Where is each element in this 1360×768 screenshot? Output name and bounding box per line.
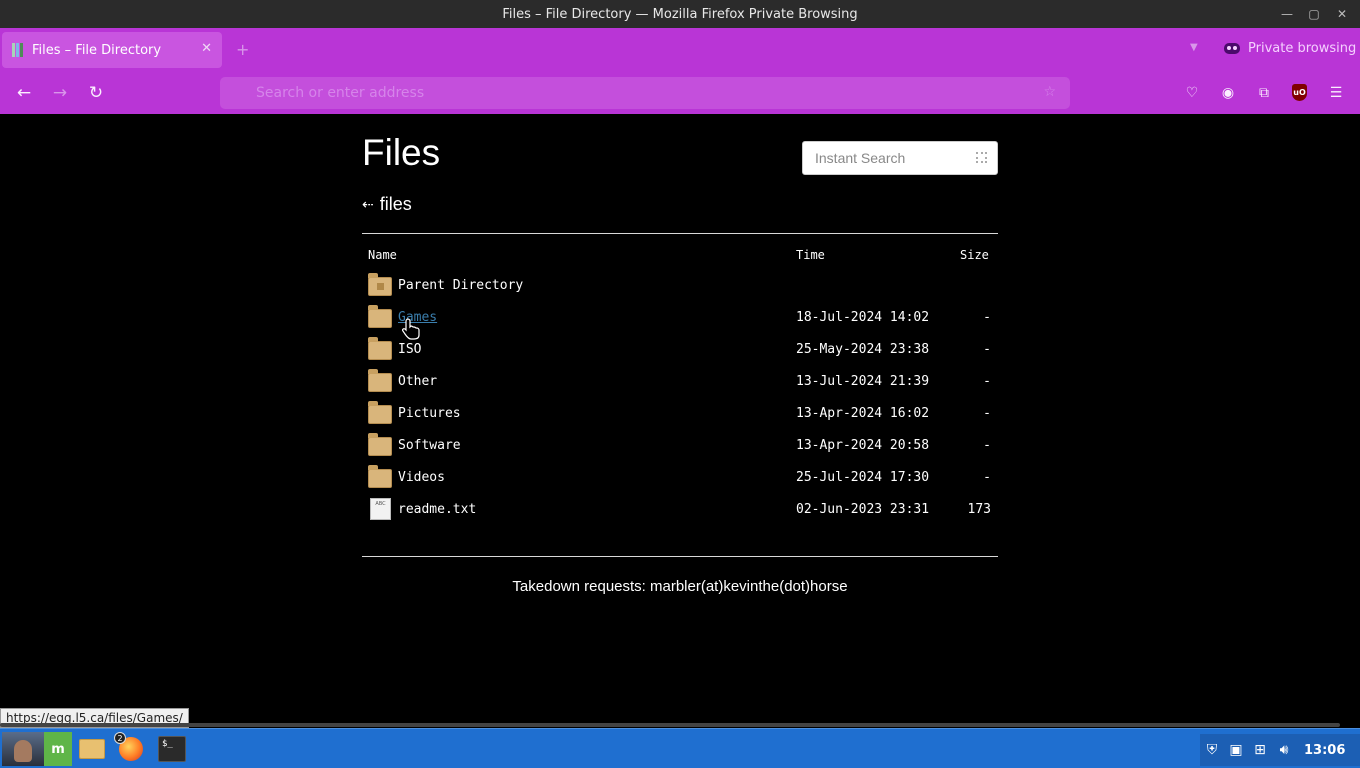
user-avatar[interactable] [2,732,44,766]
back-arrow-icon: ⇠ [362,196,374,212]
mint-menu-button[interactable]: m [44,732,72,766]
navigation-bar: ← → ↻ ☆ ♡ ◉ ⧉ ☰ [0,72,1360,114]
file-time: 25-May-2024 23:38 [796,342,930,357]
terminal-icon: $_ [158,736,186,762]
table-row-videos[interactable]: Videos 25-Jul-2024 17:30 - [362,462,998,494]
file-name[interactable]: Parent Directory [398,278,523,293]
page-title: Files [362,132,441,173]
table-row-pictures[interactable]: Pictures 13-Apr-2024 16:02 - [362,398,998,430]
private-mask-icon [1224,43,1240,54]
file-size: - [983,310,991,325]
new-tab-button[interactable]: + [236,40,249,59]
file-size: - [983,374,991,389]
folder-icon [368,337,392,360]
window-title: Files – File Directory — Mozilla Firefox… [502,6,858,22]
file-name[interactable]: ISO [398,342,421,357]
firefox-launcher[interactable]: 2 [114,732,148,766]
ublock-origin-icon[interactable]: uO [1292,84,1307,101]
url-input[interactable] [220,77,1070,109]
column-header-name[interactable]: Name [368,248,397,262]
volume-icon[interactable]: 🔊︎ [1272,742,1296,758]
table-row-software[interactable]: Software 13-Apr-2024 20:58 - [362,430,998,462]
maximize-icon[interactable]: ▢ [1300,0,1328,28]
horizontal-scrollbar[interactable] [0,723,1340,727]
window-titlebar: Files – File Directory — Mozilla Firefox… [0,0,1360,28]
forward-button[interactable]: → [49,82,71,104]
footer-divider [362,556,998,557]
folder-icon [368,465,392,488]
back-button[interactable]: ← [13,82,35,104]
table-row-games[interactable]: Games 18-Jul-2024 14:02 - [362,302,998,334]
column-header-time[interactable]: Time [796,248,825,262]
avatar-face-icon [14,740,32,762]
network-icon[interactable]: ⊞ [1248,742,1272,758]
file-manager-launcher[interactable] [76,732,108,766]
window-count-badge: 2 [114,732,126,744]
parent-folder-icon [368,273,392,296]
page-content: Files ⇠ files Name Time Size Parent Dire… [0,114,1360,726]
clipboard-icon[interactable]: ▣ [1224,742,1248,758]
private-browsing-indicator: Private browsing [1224,41,1356,56]
hand-cursor-icon [402,318,420,340]
file-size: - [983,342,991,357]
close-tab-icon[interactable]: ✕ [201,41,212,56]
qr-code-icon [976,152,987,163]
header-divider [362,233,998,234]
tab-files-directory[interactable]: Files – File Directory ✕ [2,32,222,68]
file-name[interactable]: Pictures [398,406,461,421]
text-file-icon: ABC [368,498,392,520]
menu-icon[interactable]: ☰ [1326,83,1346,103]
shield-icon[interactable]: ⛨ [1200,742,1224,758]
tab-strip: Files – File Directory ✕ + ▼ Private bro… [0,28,1360,72]
file-size: 173 [967,502,991,517]
file-time: 25-Jul-2024 17:30 [796,470,930,485]
text-file-icon-label: ABC [370,498,391,520]
clock[interactable]: 13:06 [1304,743,1345,758]
takedown-footer: Takedown requests: marbler(at)kevinthe(d… [512,578,848,595]
terminal-launcher[interactable]: $_ [156,732,188,766]
system-tray: ⛨ ▣ ⊞ 🔊︎ 13:06 [1200,734,1360,766]
extensions-icon[interactable]: ⧉ [1254,83,1274,103]
file-time: 13-Apr-2024 16:02 [796,406,930,421]
instant-search-box[interactable] [802,141,998,175]
minimize-icon[interactable]: — [1273,0,1301,28]
tab-title: Files – File Directory [32,42,162,58]
file-name[interactable]: Other [398,374,437,389]
reload-button[interactable]: ↻ [85,82,107,104]
account-icon[interactable]: ◉ [1218,83,1238,103]
file-size: - [983,470,991,485]
file-time: 13-Apr-2024 20:58 [796,438,930,453]
file-size: - [983,406,991,421]
bookmark-star-icon[interactable]: ☆ [1043,84,1056,100]
table-row-readme[interactable]: ABC readme.txt 02-Jun-2023 23:31 173 [362,494,998,526]
breadcrumb[interactable]: ⇠ files [362,194,412,215]
url-bar[interactable]: ☆ [220,77,1070,109]
favicon-icon [12,43,24,57]
file-name[interactable]: readme.txt [398,502,476,517]
file-time: 18-Jul-2024 14:02 [796,310,930,325]
file-time: 13-Jul-2024 21:39 [796,374,930,389]
file-time: 02-Jun-2023 23:31 [796,502,930,517]
private-browsing-label: Private browsing [1248,41,1357,56]
file-size: - [983,438,991,453]
folder-icon [368,369,392,392]
instant-search-input[interactable] [803,142,997,174]
breadcrumb-label[interactable]: files [380,194,412,215]
table-row-parent-directory[interactable]: Parent Directory [362,270,998,302]
table-row-iso[interactable]: ISO 25-May-2024 23:38 - [362,334,998,366]
taskbar: m 2 $_ ⛨ ▣ ⊞ 🔊︎ 13:06 [0,728,1360,768]
list-all-tabs-icon[interactable]: ▼ [1190,42,1198,53]
folder-icon [79,739,105,759]
table-row-other[interactable]: Other 13-Jul-2024 21:39 - [362,366,998,398]
pocket-icon[interactable]: ♡ [1182,83,1202,103]
file-name[interactable]: Videos [398,470,445,485]
folder-icon [368,305,392,328]
close-window-icon[interactable]: ✕ [1328,0,1356,28]
folder-icon [368,401,392,424]
folder-icon [368,433,392,456]
file-name[interactable]: Software [398,438,461,453]
column-header-size[interactable]: Size [960,248,989,262]
